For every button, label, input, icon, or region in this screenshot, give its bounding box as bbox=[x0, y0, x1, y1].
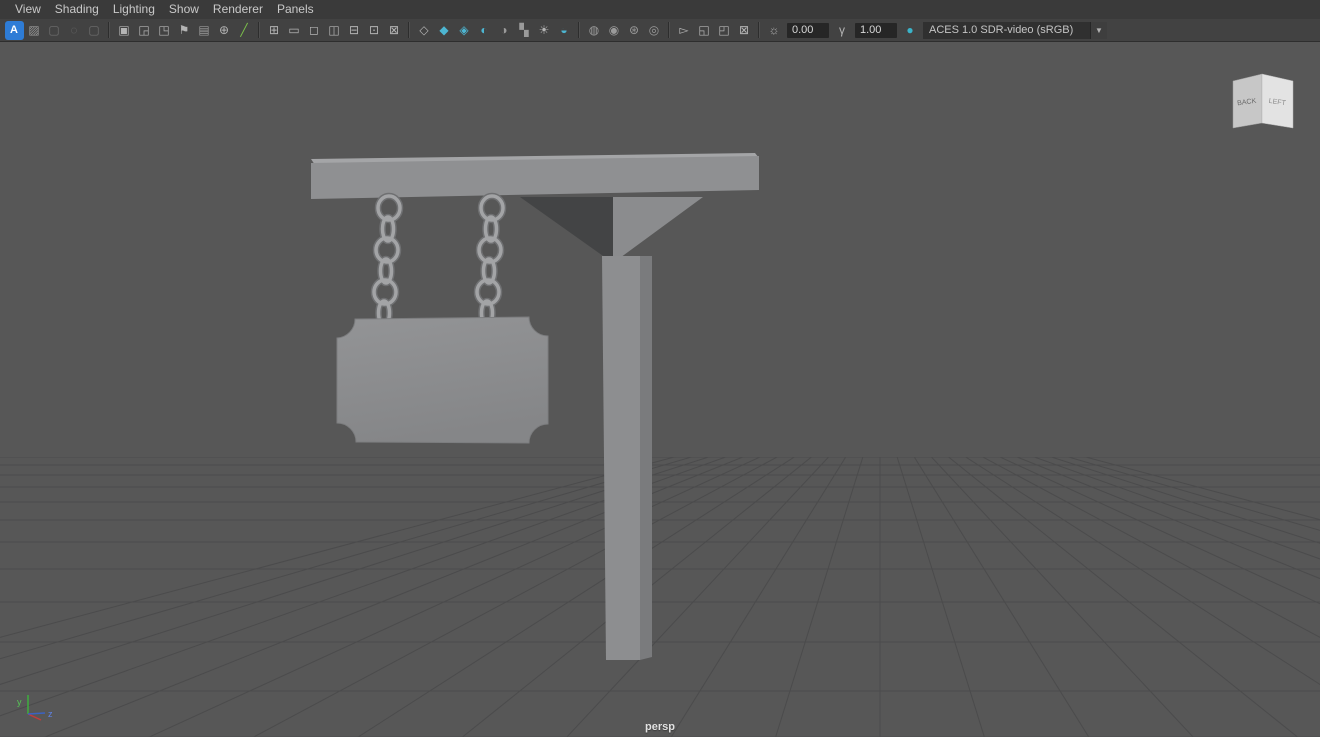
use-default-material-icon[interactable]: ◑ bbox=[495, 21, 514, 40]
lock-camera-icon[interactable]: ◳ bbox=[155, 21, 174, 40]
pane-layout-icon[interactable]: ◰ bbox=[715, 21, 734, 40]
image-plane-icon[interactable]: ▤ bbox=[195, 21, 214, 40]
disabled-icon-2[interactable]: ◌ bbox=[65, 21, 84, 40]
gate-mask-icon[interactable]: ◫ bbox=[325, 21, 344, 40]
occlusion-icon[interactable]: ◍ bbox=[585, 21, 604, 40]
toolbar-separator bbox=[408, 22, 410, 38]
gamma-icon[interactable]: γ bbox=[833, 21, 852, 40]
maya-viewport-window: View Shading Lighting Show Renderer Panels A ▨… bbox=[0, 0, 1320, 737]
wireframe-on-shaded-icon[interactable]: ◈ bbox=[455, 21, 474, 40]
depth-of-field-icon[interactable]: ◎ bbox=[645, 21, 664, 40]
toolbar-separator bbox=[758, 22, 760, 38]
brace-shadow-face bbox=[520, 197, 613, 263]
post-side-face bbox=[640, 256, 652, 660]
camera-settings-icon[interactable]: ◲ bbox=[135, 21, 154, 40]
view-cube[interactable]: BACK LEFT bbox=[1232, 73, 1294, 129]
disabled-icon-3[interactable]: ▢ bbox=[85, 21, 104, 40]
select-camera-icon[interactable]: ▣ bbox=[115, 21, 134, 40]
toolbar-separator bbox=[258, 22, 260, 38]
wireframe-icon[interactable]: ◇ bbox=[415, 21, 434, 40]
z-axis-line bbox=[27, 712, 46, 715]
multisample-icon[interactable]: ⊛ bbox=[625, 21, 644, 40]
checker-icon[interactable]: ▚ bbox=[515, 21, 534, 40]
menu-item-lighting[interactable]: Lighting bbox=[106, 0, 162, 19]
menu-item-show[interactable]: Show bbox=[162, 0, 206, 19]
exposure-input[interactable]: 0.00 bbox=[787, 22, 829, 38]
beam-front-face bbox=[311, 156, 759, 199]
color-space-select[interactable]: ACES 1.0 SDR-video (sRGB) ▼ bbox=[923, 21, 1107, 39]
exposure-icon[interactable]: ☼ bbox=[765, 21, 784, 40]
x-axis-line bbox=[27, 713, 42, 721]
sign-plaque[interactable] bbox=[336, 316, 549, 444]
toolbar-separator bbox=[578, 22, 580, 38]
duplicate-view-icon[interactable]: ◱ bbox=[695, 21, 714, 40]
pan-zoom-icon[interactable]: ⊕ bbox=[215, 21, 234, 40]
menu-item-renderer[interactable]: Renderer bbox=[206, 0, 270, 19]
grease-pencil-icon[interactable]: ╱ bbox=[235, 21, 254, 40]
shadows-icon[interactable]: ◒ bbox=[555, 21, 574, 40]
panel-menu-bar: View Shading Lighting Show Renderer Panels bbox=[0, 0, 1320, 19]
toolbar-separator bbox=[108, 22, 110, 38]
safe-action-icon[interactable]: ⊡ bbox=[365, 21, 384, 40]
menu-item-view[interactable]: View bbox=[8, 0, 48, 19]
bookmark-icon[interactable]: ⚑ bbox=[175, 21, 194, 40]
textured-icon[interactable]: ◐ bbox=[475, 21, 494, 40]
gamma-input[interactable]: 1.00 bbox=[855, 22, 897, 38]
a-badge-icon[interactable]: A bbox=[4, 20, 24, 40]
toolbar-separator bbox=[668, 22, 670, 38]
panel-toolbar: A ▨ ▢ ◌ ▢ ▣ ◲ ◳ ⚑ ▤ ⊕ ╱ ⊞ ▭ ◻ ◫ ⊟ ⊡ ⊠ ◇ ◆ ◈ ◐ ◑ ▚ ☀ ◒ ◍ ◉ ⊛ ◎ ▻ ◱ ◰ ⊠ ☼ 0.00… bbox=[0, 19, 1320, 42]
grid-icon[interactable]: ⊞ bbox=[265, 21, 284, 40]
image-icon[interactable]: ▨ bbox=[25, 21, 44, 40]
motion-blur-icon[interactable]: ◉ bbox=[605, 21, 624, 40]
safe-title-icon[interactable]: ⊠ bbox=[385, 21, 404, 40]
menu-item-shading[interactable]: Shading bbox=[48, 0, 106, 19]
z-axis-label: z bbox=[48, 709, 53, 719]
chevron-down-icon[interactable]: ▼ bbox=[1090, 21, 1107, 39]
menu-item-panels[interactable]: Panels bbox=[270, 0, 321, 19]
smooth-shade-icon[interactable]: ◆ bbox=[435, 21, 454, 40]
hanging-chains bbox=[370, 192, 507, 329]
disabled-icon-1[interactable]: ▢ bbox=[45, 21, 64, 40]
brace-lit-face bbox=[613, 197, 703, 263]
resolution-gate-icon[interactable]: ◻ bbox=[305, 21, 324, 40]
viewport-3d[interactable]: BACK LEFT y z persp bbox=[0, 42, 1320, 737]
signpost-model[interactable] bbox=[311, 153, 759, 660]
snapshot-icon[interactable]: ⊠ bbox=[735, 21, 754, 40]
y-axis-label: y bbox=[17, 697, 22, 707]
lighting-icon[interactable]: ☀ bbox=[535, 21, 554, 40]
ground-grid bbox=[0, 457, 1320, 737]
film-gate-icon[interactable]: ▭ bbox=[285, 21, 304, 40]
post-front-face bbox=[602, 256, 640, 660]
isolate-select-icon[interactable]: ▻ bbox=[675, 21, 694, 40]
color-management-icon[interactable]: ● bbox=[901, 21, 920, 40]
color-space-value: ACES 1.0 SDR-video (sRGB) bbox=[929, 24, 1074, 36]
field-chart-icon[interactable]: ⊟ bbox=[345, 21, 364, 40]
